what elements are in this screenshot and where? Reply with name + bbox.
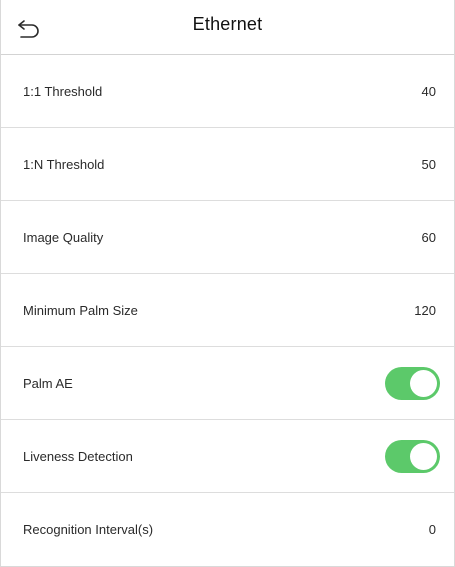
- toggle-knob: [410, 369, 437, 397]
- setting-label: Minimum Palm Size: [23, 302, 138, 318]
- setting-label: Image Quality: [23, 229, 104, 245]
- setting-label: Liveness Detection: [23, 448, 133, 464]
- setting-label: Palm AE: [23, 375, 73, 391]
- setting-label: 1:1 Threshold: [23, 83, 103, 99]
- setting-row-liveness-detection: Liveness Detection: [1, 420, 454, 493]
- setting-value: 120: [414, 302, 436, 318]
- back-arrow-icon: [18, 20, 39, 38]
- toggle-knob: [410, 442, 437, 470]
- page-title: Ethernet: [192, 13, 263, 34]
- settings-screen: Ethernet 1:1 Threshold 40 1:N Threshold …: [0, 0, 455, 567]
- setting-row-1to1-threshold[interactable]: 1:1 Threshold 40: [1, 55, 454, 128]
- setting-value: 0: [428, 522, 436, 537]
- setting-value: 40: [421, 83, 436, 99]
- header-bar: Ethernet: [1, 0, 454, 55]
- setting-row-recognition-interval[interactable]: Recognition Interval(s) 0: [1, 493, 454, 566]
- back-button[interactable]: [17, 19, 41, 39]
- setting-label: Recognition Interval(s): [23, 522, 154, 537]
- settings-list: 1:1 Threshold 40 1:N Threshold 50 Image …: [1, 55, 454, 566]
- setting-row-minimum-palm-size[interactable]: Minimum Palm Size 120: [1, 274, 454, 347]
- setting-value: 60: [421, 229, 436, 245]
- palm-ae-toggle[interactable]: [385, 366, 440, 400]
- setting-value: 50: [421, 156, 436, 172]
- setting-row-palm-ae: Palm AE: [1, 347, 454, 420]
- setting-row-image-quality[interactable]: Image Quality 60: [1, 201, 454, 274]
- liveness-detection-toggle[interactable]: [385, 439, 440, 473]
- setting-row-1toN-threshold[interactable]: 1:N Threshold 50: [1, 128, 454, 201]
- setting-label: 1:N Threshold: [23, 156, 105, 172]
